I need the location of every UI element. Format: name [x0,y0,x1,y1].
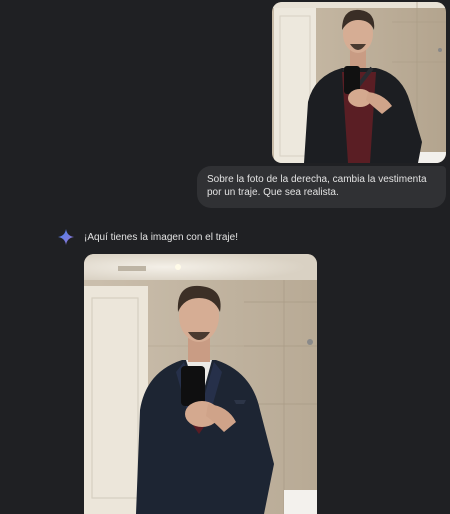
user-message-bubble: Sobre la foto de la derecha, cambia la v… [197,166,446,208]
user-message-text: Sobre la foto de la derecha, cambia la v… [207,174,427,198]
uploaded-photo-illustration [272,2,446,163]
generated-image[interactable] [84,254,317,514]
uploaded-photo[interactable] [272,2,446,163]
generated-image-illustration [84,254,317,514]
assistant-reply-text: ¡Aquí tienes la imagen con el traje! [84,232,238,243]
gemini-sparkle-icon [58,229,74,245]
